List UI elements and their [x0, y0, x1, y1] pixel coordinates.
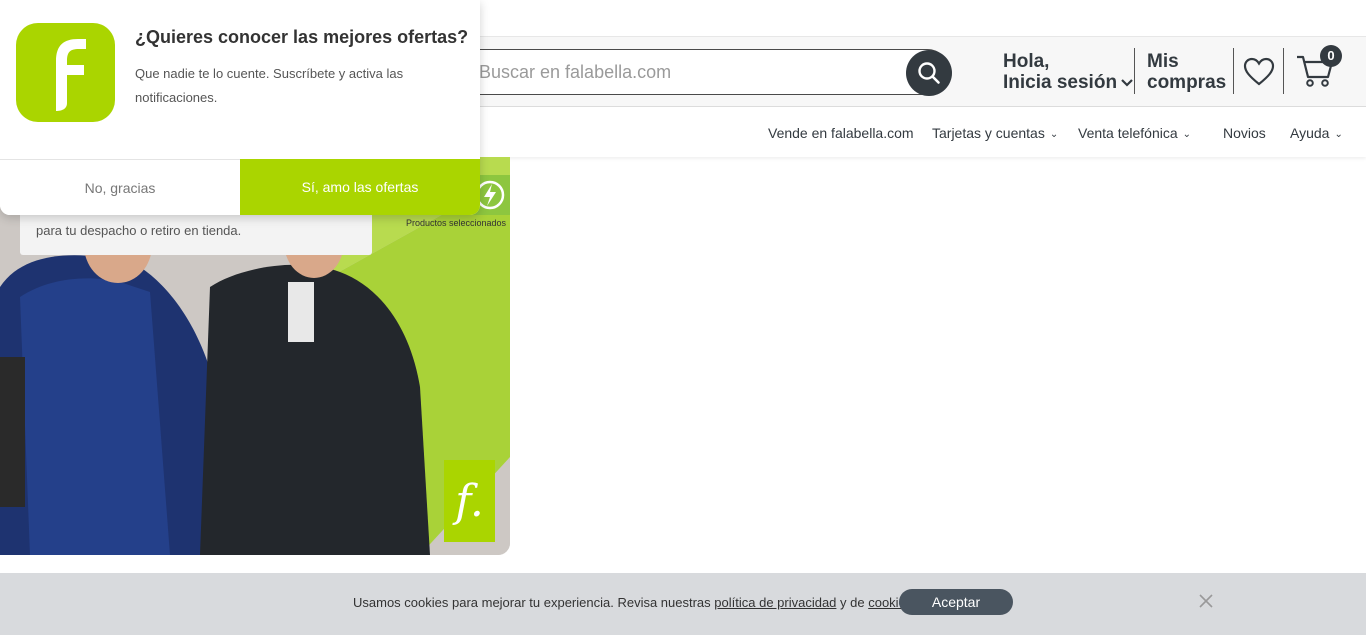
nav-item-tarjetas[interactable]: Tarjetas y cuentas ⌄	[932, 125, 1058, 141]
purchases-line1: Mis	[1147, 51, 1179, 72]
cookie-banner: Usamos cookies para mejorar tu experienc…	[0, 573, 1366, 635]
login-label: Inicia sesión	[1003, 72, 1118, 93]
chevron-down-icon: ⌄	[1182, 129, 1192, 140]
nav-item-ayuda[interactable]: Ayuda ⌄	[1290, 125, 1343, 141]
login-menu[interactable]: Hola, Inicia sesión	[1003, 51, 1133, 93]
my-purchases-link[interactable]: Mis compras	[1147, 51, 1226, 93]
notification-popup: ¿Quieres conocer las mejores ofertas? Qu…	[0, 0, 480, 215]
falabella-logo: f.	[444, 460, 495, 542]
greeting-text: Hola,	[1003, 51, 1050, 72]
promo-text: para tu despacho o retiro en tienda.	[36, 223, 242, 238]
search-input[interactable]	[479, 60, 899, 84]
cart-count-badge: 0	[1320, 45, 1342, 67]
popup-body: Que nadie te lo cuente. Suscríbete y act…	[135, 66, 404, 105]
chevron-down-icon: ⌄	[1334, 129, 1343, 140]
wishlist-heart-icon[interactable]	[1243, 57, 1275, 87]
divider	[1233, 48, 1234, 94]
cookie-text: Usamos cookies para mejorar tu experienc…	[353, 595, 916, 610]
decline-button[interactable]: No, gracias	[0, 159, 240, 215]
chevron-down-icon: ⌄	[1049, 129, 1059, 140]
nav-item-novios[interactable]: Novios	[1223, 125, 1266, 141]
nav-item-vende[interactable]: Vende en falabella.com	[768, 125, 914, 141]
popup-title: ¿Quieres conocer las mejores ofertas?	[135, 27, 469, 47]
divider	[1283, 48, 1284, 94]
purchases-line2: compras	[1147, 72, 1227, 93]
search-button[interactable]	[906, 50, 952, 96]
chevron-down-icon	[1121, 72, 1133, 93]
search-box[interactable]	[420, 49, 952, 96]
accept-offers-button[interactable]: Sí, amo las ofertas	[240, 159, 480, 215]
nav-item-venta-telefonica[interactable]: Venta telefónica ⌄	[1078, 125, 1191, 141]
accept-cookies-button[interactable]: Aceptar	[899, 589, 1013, 615]
falabella-app-icon	[16, 23, 115, 122]
promo-banner[interactable]: para tu despacho o retiro en tienda. Pro…	[0, 157, 510, 555]
privacy-policy-link[interactable]: política de privacidad	[714, 595, 836, 610]
close-icon[interactable]	[1198, 593, 1214, 609]
divider	[1134, 48, 1135, 94]
search-icon	[918, 62, 940, 84]
badge-label: Productos seleccionados	[406, 218, 507, 228]
